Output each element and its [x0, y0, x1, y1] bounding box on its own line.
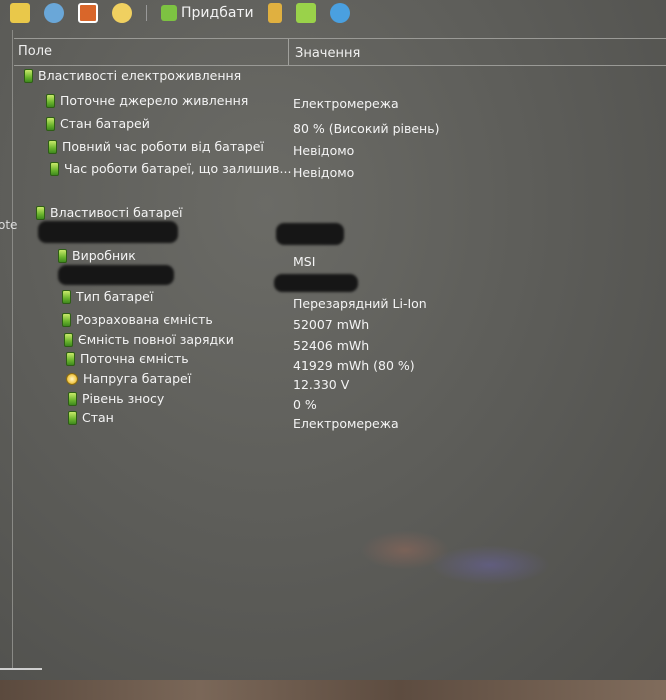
battery-icon: [36, 205, 45, 220]
add-button-label: Придбати: [181, 5, 254, 21]
section-title: Властивості батареї: [50, 205, 183, 220]
section-title: Властивості електроживлення: [38, 68, 242, 83]
redacted-field: [58, 265, 174, 285]
row-value: Невідомо: [293, 165, 355, 180]
section-power-properties[interactable]: Властивості електроживлення: [24, 68, 241, 83]
battery-icon: [24, 68, 33, 83]
redacted-value: [276, 223, 344, 245]
battery-icon: [46, 93, 55, 108]
row-label: Поточна ємність: [80, 351, 189, 366]
table-row[interactable]: Повний час роботи від батареї: [48, 139, 264, 154]
battery-icon: [68, 410, 77, 425]
desk-surface: [0, 680, 666, 700]
osd-icon[interactable]: [78, 3, 98, 23]
row-value: 52406 mWh: [293, 338, 370, 353]
row-label: Час роботи батареї, що залишив...: [64, 161, 292, 176]
battery-icon: [68, 391, 77, 406]
row-value: Електромережа: [293, 416, 399, 431]
row-label: Стан батарей: [60, 116, 150, 131]
battery-icon: [48, 139, 57, 154]
row-label: Виробник: [72, 248, 136, 263]
table-row[interactable]: Тип батареї: [62, 289, 153, 304]
column-header-value[interactable]: Значення: [289, 39, 360, 65]
battery-icon: [46, 116, 55, 131]
screen-reflection: [430, 545, 550, 585]
row-label: Стан: [82, 410, 114, 425]
column-header-field[interactable]: Поле: [14, 39, 289, 65]
row-label: Ємність повної зарядки: [78, 332, 234, 347]
left-panel-scroll-line: [0, 668, 42, 670]
add-button[interactable]: Придбати: [161, 5, 254, 21]
section-battery-properties[interactable]: Властивості батареї: [36, 205, 183, 220]
row-label: Розрахована ємність: [76, 312, 213, 327]
table-row[interactable]: Стан: [68, 410, 114, 425]
users-icon[interactable]: [44, 3, 64, 23]
table-row[interactable]: Час роботи батареї, що залишив...: [50, 161, 291, 176]
row-label: Поточне джерело живлення: [60, 93, 249, 108]
monitor-screen: Придбати ote Поле Значення Властивості е…: [0, 0, 666, 680]
battery-icon: [62, 289, 71, 304]
folder-icon[interactable]: [10, 3, 30, 23]
redacted-value: [274, 274, 358, 292]
battery-icon: [64, 332, 73, 347]
row-value: 41929 mWh (80 %): [293, 358, 415, 373]
table-row[interactable]: Виробник: [58, 248, 136, 263]
row-label: Рівень зносу: [82, 391, 165, 406]
battery-icon: [50, 161, 59, 176]
row-value: Перезарядний Li-Ion: [293, 296, 427, 311]
row-value: Невідомо: [293, 143, 355, 158]
table-row[interactable]: Розрахована ємність: [62, 312, 213, 327]
table-row[interactable]: Поточне джерело живлення: [46, 93, 248, 108]
redacted-field: [38, 221, 178, 243]
row-value: 0 %: [293, 397, 317, 412]
row-label: Тип батареї: [76, 289, 154, 304]
properties-table: Поле Значення Властивості електроживленн…: [14, 38, 666, 668]
row-value: 12.330 V: [293, 377, 350, 392]
download-icon[interactable]: [295, 3, 316, 23]
table-row[interactable]: Ємність повної зарядки: [64, 332, 234, 347]
table-header: Поле Значення: [14, 38, 666, 66]
add-icon: [161, 5, 177, 21]
battery-icon: [66, 351, 75, 366]
disc-icon[interactable]: [112, 3, 132, 23]
left-tree-panel[interactable]: ote: [0, 30, 17, 670]
row-value: 52007 mWh: [293, 317, 370, 332]
tools-icon[interactable]: [267, 3, 282, 23]
row-value: Електромережа: [293, 96, 399, 111]
battery-icon: [62, 312, 71, 327]
row-value: 80 % (Високий рівень): [293, 121, 440, 136]
toolbar: Придбати: [0, 0, 666, 26]
voltage-gauge-icon: [66, 372, 78, 385]
search-icon[interactable]: [329, 3, 350, 23]
battery-icon: [58, 248, 67, 263]
table-row[interactable]: Напруга батареї: [66, 371, 191, 386]
row-label: Напруга батареї: [83, 371, 192, 386]
table-row[interactable]: Стан батарей: [46, 116, 150, 131]
row-label: Повний час роботи від батареї: [62, 139, 264, 154]
table-row[interactable]: Поточна ємність: [66, 351, 189, 366]
toolbar-separator: [146, 5, 147, 21]
row-value: MSI: [293, 254, 316, 269]
table-row[interactable]: Рівень зносу: [68, 391, 164, 406]
